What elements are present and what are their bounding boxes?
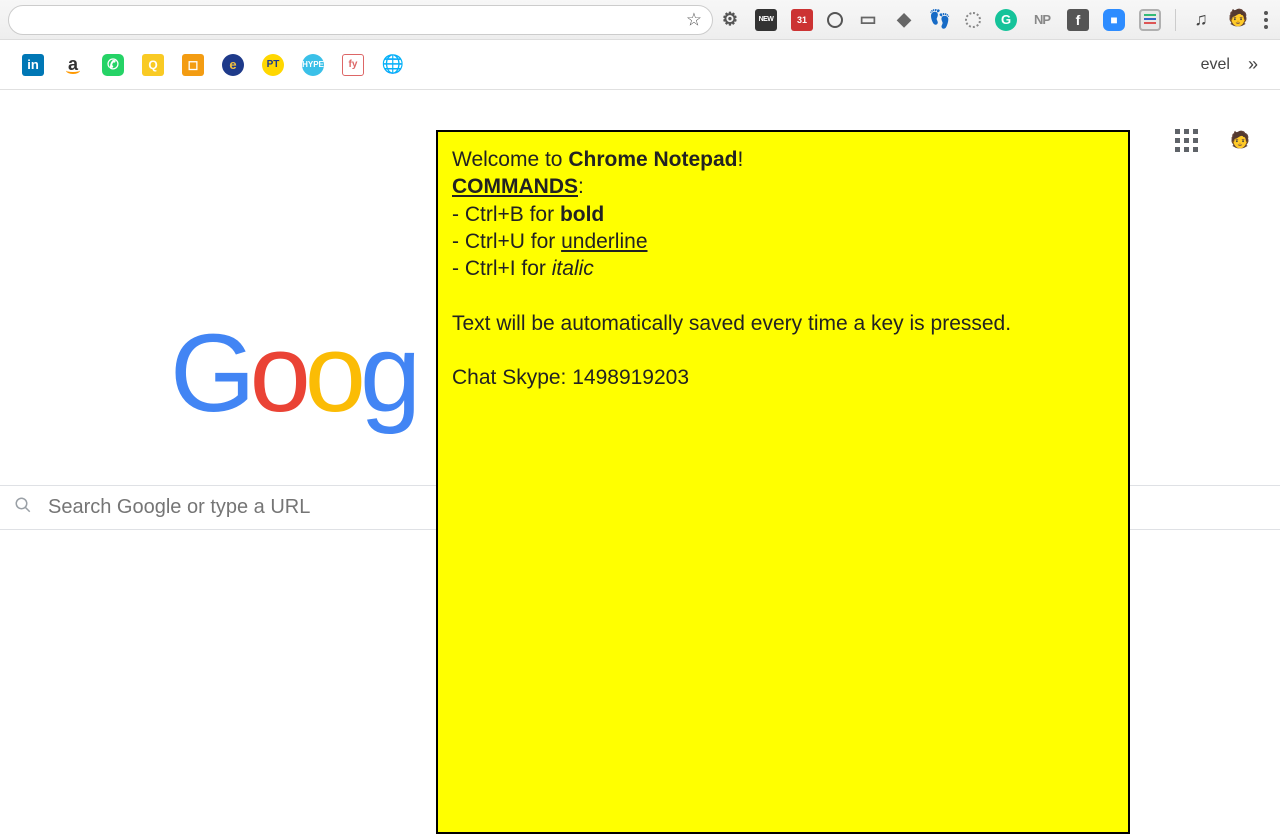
fy-bookmark-icon[interactable]: fy — [342, 54, 364, 76]
browser-menu-icon[interactable] — [1264, 11, 1268, 29]
grammarly-icon[interactable]: G — [995, 9, 1017, 31]
linkedin-bookmark-icon[interactable]: in — [22, 54, 44, 76]
google-account-avatar-icon[interactable]: 🧑 — [1220, 120, 1260, 160]
calendar-icon[interactable]: 31 — [791, 9, 813, 31]
google-logo-letter: o — [305, 312, 360, 435]
empty-circle-icon[interactable] — [827, 12, 843, 28]
notepad-text: - Ctrl+B for — [452, 203, 560, 226]
notepad-welcome-line: Welcome to Chrome Notepad! — [452, 146, 1114, 173]
notepad-autosave-text: Text will be automatically saved every t… — [452, 310, 1114, 337]
notepad-command-italic: - Ctrl+I for italic — [452, 255, 1114, 282]
notepad-commands-heading: COMMANDS: — [452, 173, 1114, 200]
notepad-text: : — [578, 175, 584, 198]
zoom-icon[interactable]: ■ — [1103, 9, 1125, 31]
media-control-icon[interactable]: ♫ — [1190, 9, 1212, 31]
gear-icon[interactable]: ⚙ — [719, 9, 741, 31]
euro-bookmark-icon[interactable]: e — [222, 54, 244, 76]
google-apps-icon[interactable] — [1175, 129, 1198, 152]
chrome-notepad-extension-icon[interactable] — [1139, 9, 1161, 31]
google-header-actions: 🧑 — [1175, 120, 1260, 160]
browser-toolbar: ☆ ⚙ NEW 31 ▭ ◆ 👣 G NP f ■ ♫ 🧑 — [0, 0, 1280, 40]
new-badge-icon[interactable]: NEW — [755, 9, 777, 31]
google-logo-letter: G — [170, 312, 250, 435]
hype-bookmark-icon[interactable]: HYPE — [302, 54, 324, 76]
google-logo: Goog — [170, 310, 415, 437]
gnome-foot-icon[interactable]: 👣 — [929, 9, 951, 31]
bookmark-star-icon[interactable]: ☆ — [686, 9, 702, 30]
profile-avatar-icon[interactable]: 🧑 — [1226, 8, 1250, 32]
notepad-skype-text: Chat Skype: 1498919203 — [452, 364, 1114, 391]
display-icon[interactable]: ▭ — [857, 9, 879, 31]
notepad-text: Welcome to — [452, 148, 568, 171]
stack-icon[interactable]: ◆ — [893, 9, 915, 31]
notepad-underline-word: underline — [561, 230, 647, 253]
notepad-command-bold: - Ctrl+B for bold — [452, 201, 1114, 228]
facebook-icon[interactable]: f — [1067, 9, 1089, 31]
dotted-circle-icon[interactable] — [965, 12, 981, 28]
notepad-italic-word: italic — [552, 257, 594, 280]
google-logo-letter: g — [360, 312, 415, 435]
notepad-text: - Ctrl+U for — [452, 230, 561, 253]
toolbar-divider — [1175, 9, 1176, 31]
notepad-command-underline: - Ctrl+U for underline — [452, 228, 1114, 255]
search-icon — [14, 496, 32, 519]
google-logo-letter: o — [250, 312, 305, 435]
yellow-bookmark-icon[interactable]: Q — [142, 54, 164, 76]
bookmark-text-item[interactable]: evel — [1201, 56, 1230, 74]
chrome-notepad-popup[interactable]: Welcome to Chrome Notepad! COMMANDS: - C… — [436, 130, 1130, 834]
globe-bookmark-icon[interactable]: 🌐 — [382, 54, 404, 76]
notepad-bold-word: bold — [560, 203, 604, 226]
bookmarks-overflow-icon[interactable]: » — [1248, 54, 1258, 75]
notepad-commands-label: COMMANDS — [452, 175, 578, 198]
new-tab-page: 🧑 Goog Welcome to Chrome Notepad! COMMAN… — [0, 90, 1280, 800]
np-extension-icon[interactable]: NP — [1031, 9, 1053, 31]
notepad-text: ! — [738, 148, 744, 171]
omnibox[interactable]: ☆ — [8, 5, 713, 35]
notepad-text: - Ctrl+I for — [452, 257, 552, 280]
notepad-app-name: Chrome Notepad — [568, 148, 737, 171]
bookmarks-bar: in a ✆ Q ◻ e PT HYPE fy 🌐 evel » — [0, 40, 1280, 90]
amazon-bookmark-icon[interactable]: a — [62, 54, 84, 76]
orange-square-bookmark-icon[interactable]: ◻ — [182, 54, 204, 76]
extensions-row: ⚙ NEW 31 ▭ ◆ 👣 G NP f ■ ♫ 🧑 — [719, 8, 1272, 32]
whatsapp-bookmark-icon[interactable]: ✆ — [102, 54, 124, 76]
pt-bookmark-icon[interactable]: PT — [262, 54, 284, 76]
